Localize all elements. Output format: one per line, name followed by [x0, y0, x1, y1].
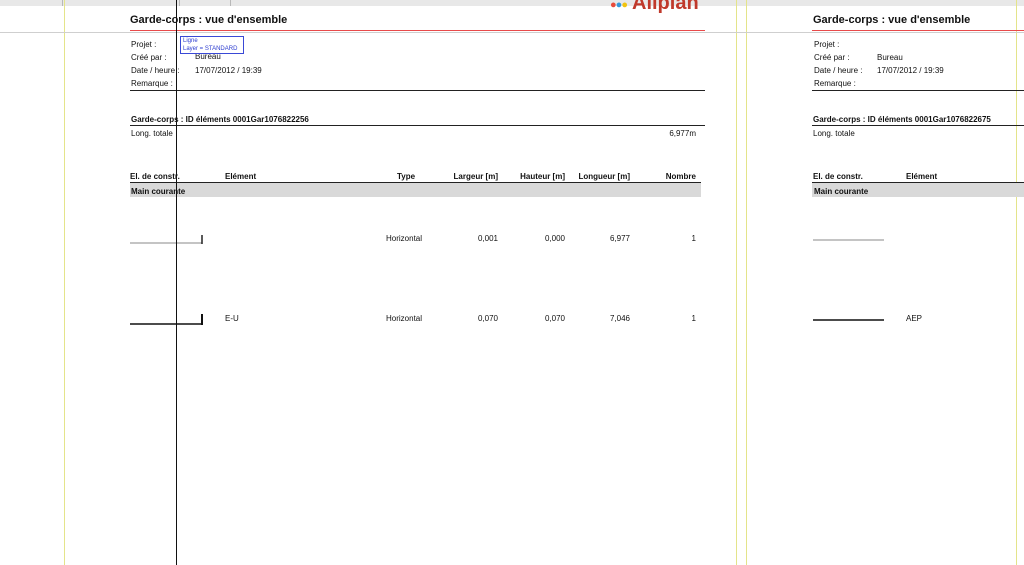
info-label-projet: Projet :: [131, 40, 157, 49]
tooltip-line-layer: Layer = STANDARD: [183, 46, 238, 52]
handrail-section-symbol: [813, 319, 884, 321]
divider: [130, 125, 705, 126]
datetime-value: 17/07/2012 / 19:39: [195, 66, 262, 75]
row-element: AEP: [906, 314, 923, 323]
row-element: E-U: [225, 314, 239, 323]
divider: [812, 90, 1024, 91]
page-title: Garde-corps : vue d'ensemble: [130, 14, 288, 26]
row-type: Horizontal: [386, 234, 423, 243]
total-length-value: 6,977m: [669, 129, 696, 138]
row-largeur: 0,070: [477, 314, 498, 323]
info-label-date: Date / heure :: [814, 66, 863, 75]
group-label: Main courante: [814, 187, 869, 196]
info-label-cree-par: Créé par :: [131, 53, 167, 62]
margin-guide-mid-2: [746, 0, 747, 565]
total-length-label: Long. totale: [813, 129, 855, 138]
col-header-element: Elément: [225, 172, 257, 181]
divider: [812, 125, 1024, 126]
row-type: Horizontal: [386, 314, 423, 323]
allplan-logo: ●●● Allplan: [610, 0, 710, 14]
section-title-right: Garde-corps : ID éléments 0001Gar1076822…: [813, 115, 991, 124]
total-length-label: Long. totale: [131, 129, 173, 138]
row-largeur: 0,001: [477, 234, 498, 243]
row-nombre: 1: [691, 234, 696, 243]
margin-guide-mid-1: [736, 0, 737, 565]
cursor-crosshair-line[interactable]: [176, 0, 177, 565]
strip-segment: [63, 0, 180, 6]
info-label-remarque: Remarque :: [131, 79, 173, 88]
info-label-date: Date / heure :: [131, 66, 180, 75]
col-header-type: Type: [397, 172, 416, 181]
red-guide-right: [812, 30, 1024, 31]
info-label-remarque: Remarque :: [814, 79, 856, 88]
tooltip-line-type: Ligne: [183, 38, 198, 44]
horizontal-guide: [0, 32, 1024, 33]
margin-guide-left: [64, 0, 65, 565]
created-by-value: Bureau: [877, 53, 903, 62]
handrail-section-symbol: [813, 239, 884, 241]
top-toolbar-strip: [0, 0, 1024, 6]
row-hauteur: 0,070: [544, 314, 565, 323]
row-nombre: 1: [691, 314, 696, 323]
divider: [130, 90, 705, 91]
red-guide-left: [130, 30, 705, 31]
handrail-section-symbol: [130, 235, 203, 244]
col-header-hauteur: Hauteur [m]: [520, 172, 565, 181]
margin-guide-right: [1016, 0, 1017, 565]
group-label: Main courante: [131, 187, 186, 196]
row-hauteur: 0,000: [544, 234, 565, 243]
strip-segment: [0, 0, 63, 6]
hover-tooltip: Ligne Layer = STANDARD: [180, 36, 244, 54]
page-title-right: Garde-corps : vue d'ensemble: [813, 14, 971, 26]
col-header-el-constr: El. de constr.: [813, 172, 863, 181]
col-header-nombre: Nombre: [665, 172, 696, 181]
handrail-section-symbol: [130, 314, 203, 325]
section-title: Garde-corps : ID éléments 0001Gar1076822…: [131, 115, 309, 124]
col-header-longueur: Longueur [m]: [578, 172, 630, 181]
datetime-value: 17/07/2012 / 19:39: [877, 66, 944, 75]
group-band: [130, 183, 701, 197]
strip-segment: [180, 0, 231, 6]
row-longueur: 6,977: [609, 234, 630, 243]
row-longueur: 7,046: [609, 314, 630, 323]
info-label-cree-par: Créé par :: [814, 53, 850, 62]
info-label-projet: Projet :: [814, 40, 840, 49]
logo-dots-icon: ●●●: [610, 0, 628, 11]
logo-text: Allplan: [632, 0, 699, 14]
col-header-el-constr: El. de constr.: [130, 172, 180, 181]
col-header-element: Elément: [906, 172, 938, 181]
col-header-largeur: Largeur [m]: [453, 172, 498, 181]
